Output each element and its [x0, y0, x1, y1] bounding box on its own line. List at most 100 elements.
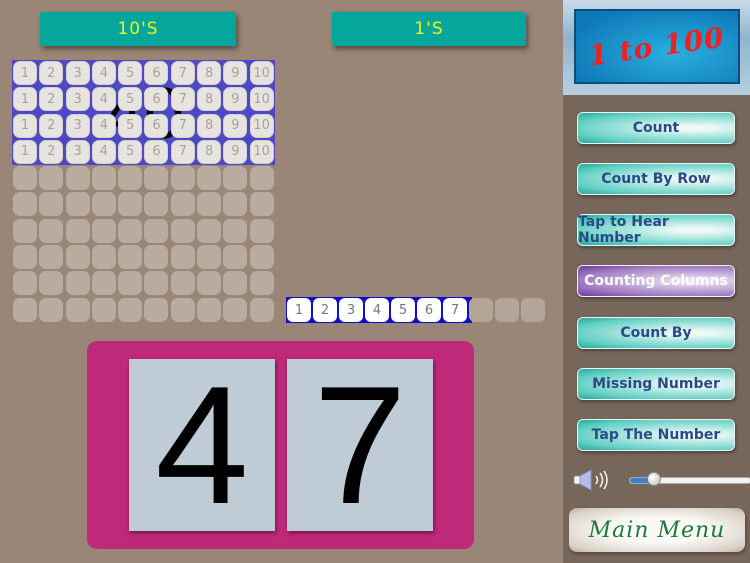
tens-grid-cell[interactable] — [65, 271, 90, 296]
tens-grid-cell[interactable]: 10 — [249, 61, 274, 85]
tens-grid-cell[interactable] — [249, 245, 274, 270]
tens-grid-cell[interactable] — [65, 297, 90, 322]
tens-grid-cell[interactable]: 1 — [13, 61, 37, 85]
ones-strip-cell[interactable] — [495, 298, 519, 322]
tens-grid-cell[interactable] — [65, 245, 90, 270]
tens-grid-cell[interactable] — [91, 245, 116, 270]
volume-slider-thumb[interactable] — [647, 472, 661, 486]
tens-grid-cell[interactable] — [39, 218, 64, 243]
tens-grid-cell[interactable]: 9 — [223, 61, 248, 85]
tens-grid-cell[interactable] — [118, 297, 143, 322]
tens-grid-cell[interactable]: 3 — [65, 113, 90, 138]
tens-grid-cell[interactable]: 6 — [144, 139, 169, 164]
tens-grid-cell[interactable] — [118, 271, 143, 296]
tens-grid-cell[interactable] — [249, 218, 274, 243]
tens-grid-cell[interactable]: 1 — [13, 87, 37, 112]
tens-grid-cell[interactable] — [65, 192, 90, 217]
tens-grid-cell[interactable] — [65, 218, 90, 243]
menu-button-counting-columns[interactable]: Counting Columns — [577, 265, 735, 297]
tens-grid-cell[interactable]: 4 — [91, 139, 116, 164]
tens-grid-cell[interactable]: 9 — [223, 87, 248, 112]
tens-grid-cell[interactable] — [170, 218, 195, 243]
tens-grid-cell[interactable] — [118, 218, 143, 243]
tens-grid-cell[interactable]: 2 — [39, 61, 64, 85]
ones-strip-cell[interactable]: 6 — [417, 298, 441, 322]
tens-grid-cell[interactable] — [144, 166, 169, 191]
tens-grid-cell[interactable] — [13, 245, 37, 270]
tens-grid-cell[interactable] — [13, 297, 37, 322]
tens-grid-cell[interactable]: 7 — [170, 113, 195, 138]
tens-grid-cell[interactable] — [223, 218, 248, 243]
tens-grid-cell[interactable]: 1 — [13, 113, 37, 138]
menu-button-missing-number[interactable]: Missing Number — [577, 368, 735, 400]
tens-grid[interactable]: 1 2 3 4 5 6 7 8 9 10 1 2 3 4 5 6 7 8 9 10 1 2 3 4 5 6 7 8 9 10 1 2 3 4 5 6 7… — [12, 60, 275, 323]
tens-grid-cell[interactable]: 9 — [223, 139, 248, 164]
main-menu-button[interactable]: Main Menu — [569, 508, 745, 552]
tens-grid-cell[interactable]: 10 — [249, 113, 274, 138]
tens-grid-cell[interactable] — [249, 192, 274, 217]
tens-grid-cell[interactable] — [249, 166, 274, 191]
tens-grid-cell[interactable]: 2 — [39, 87, 64, 112]
menu-button-tap-the-number[interactable]: Tap The Number — [577, 419, 735, 451]
tens-grid-cell[interactable]: 2 — [39, 113, 64, 138]
tens-grid-cell[interactable]: 1 — [13, 139, 37, 164]
tens-grid-cell[interactable] — [39, 297, 64, 322]
tens-grid-cell[interactable]: 6 — [144, 87, 169, 112]
tens-grid-cell[interactable] — [170, 271, 195, 296]
tens-grid-cell[interactable]: 6 — [144, 113, 169, 138]
ones-strip-cell[interactable]: 3 — [339, 298, 363, 322]
tens-grid-cell[interactable] — [223, 245, 248, 270]
tens-grid-cell[interactable] — [197, 245, 222, 270]
volume-slider[interactable] — [629, 472, 750, 486]
tens-grid-cell[interactable]: 5 — [118, 87, 143, 112]
tens-grid-cell[interactable] — [223, 192, 248, 217]
tens-grid-cell[interactable] — [170, 245, 195, 270]
tens-grid-cell[interactable] — [118, 192, 143, 217]
tens-grid-cell[interactable]: 5 — [118, 61, 143, 85]
ones-strip-cell[interactable]: 7 — [443, 298, 467, 322]
tens-grid-cell[interactable]: 8 — [197, 139, 222, 164]
tens-grid-cell[interactable] — [13, 271, 37, 296]
speaker-icon[interactable] — [573, 469, 613, 491]
tens-grid-cell[interactable] — [118, 245, 143, 270]
tens-grid-cell[interactable] — [197, 297, 222, 322]
tens-grid-cell[interactable] — [249, 271, 274, 296]
ones-strip-cell[interactable]: 1 — [287, 298, 311, 322]
tens-grid-cell[interactable] — [170, 166, 195, 191]
ones-strip-cell[interactable] — [521, 298, 545, 322]
tens-grid-cell[interactable] — [223, 271, 248, 296]
menu-button-count-by[interactable]: Count By — [577, 317, 735, 349]
tens-grid-cell[interactable]: 4 — [91, 87, 116, 112]
ones-strip-cell[interactable] — [469, 298, 493, 322]
tens-grid-cell[interactable] — [223, 297, 248, 322]
tens-grid-cell[interactable]: 4 — [91, 61, 116, 85]
tens-grid-cell[interactable] — [91, 218, 116, 243]
tens-grid-cell[interactable]: 5 — [118, 139, 143, 164]
tens-grid-cell[interactable] — [197, 218, 222, 243]
tens-grid-cell[interactable]: 10 — [249, 139, 274, 164]
tens-grid-cell[interactable]: 6 — [144, 61, 169, 85]
tens-grid-cell[interactable] — [39, 271, 64, 296]
tens-grid-cell[interactable] — [65, 166, 90, 191]
ones-strip-cell[interactable]: 5 — [391, 298, 415, 322]
tens-grid-cell[interactable] — [144, 271, 169, 296]
tens-grid-cell[interactable] — [223, 166, 248, 191]
tens-grid-cell[interactable]: 7 — [170, 87, 195, 112]
ones-strip-cell[interactable]: 4 — [365, 298, 389, 322]
tens-grid-cell[interactable] — [144, 297, 169, 322]
tens-grid-cell[interactable] — [197, 271, 222, 296]
tens-grid-cell[interactable] — [13, 192, 37, 217]
tens-grid-cell[interactable]: 8 — [197, 113, 222, 138]
tens-grid-cell[interactable] — [39, 192, 64, 217]
tens-grid-cell[interactable]: 9 — [223, 113, 248, 138]
ones-strip-cell[interactable]: 2 — [313, 298, 337, 322]
tens-grid-cell[interactable] — [197, 192, 222, 217]
tens-grid-cell[interactable] — [91, 166, 116, 191]
tens-grid-cell[interactable] — [118, 166, 143, 191]
tens-grid-cell[interactable] — [39, 245, 64, 270]
menu-button-count-by-row[interactable]: Count By Row — [577, 163, 735, 195]
tens-grid-cell[interactable] — [144, 218, 169, 243]
menu-button-count[interactable]: Count — [577, 112, 735, 144]
tens-grid-cell[interactable]: 10 — [249, 87, 274, 112]
tens-grid-cell[interactable] — [39, 166, 64, 191]
